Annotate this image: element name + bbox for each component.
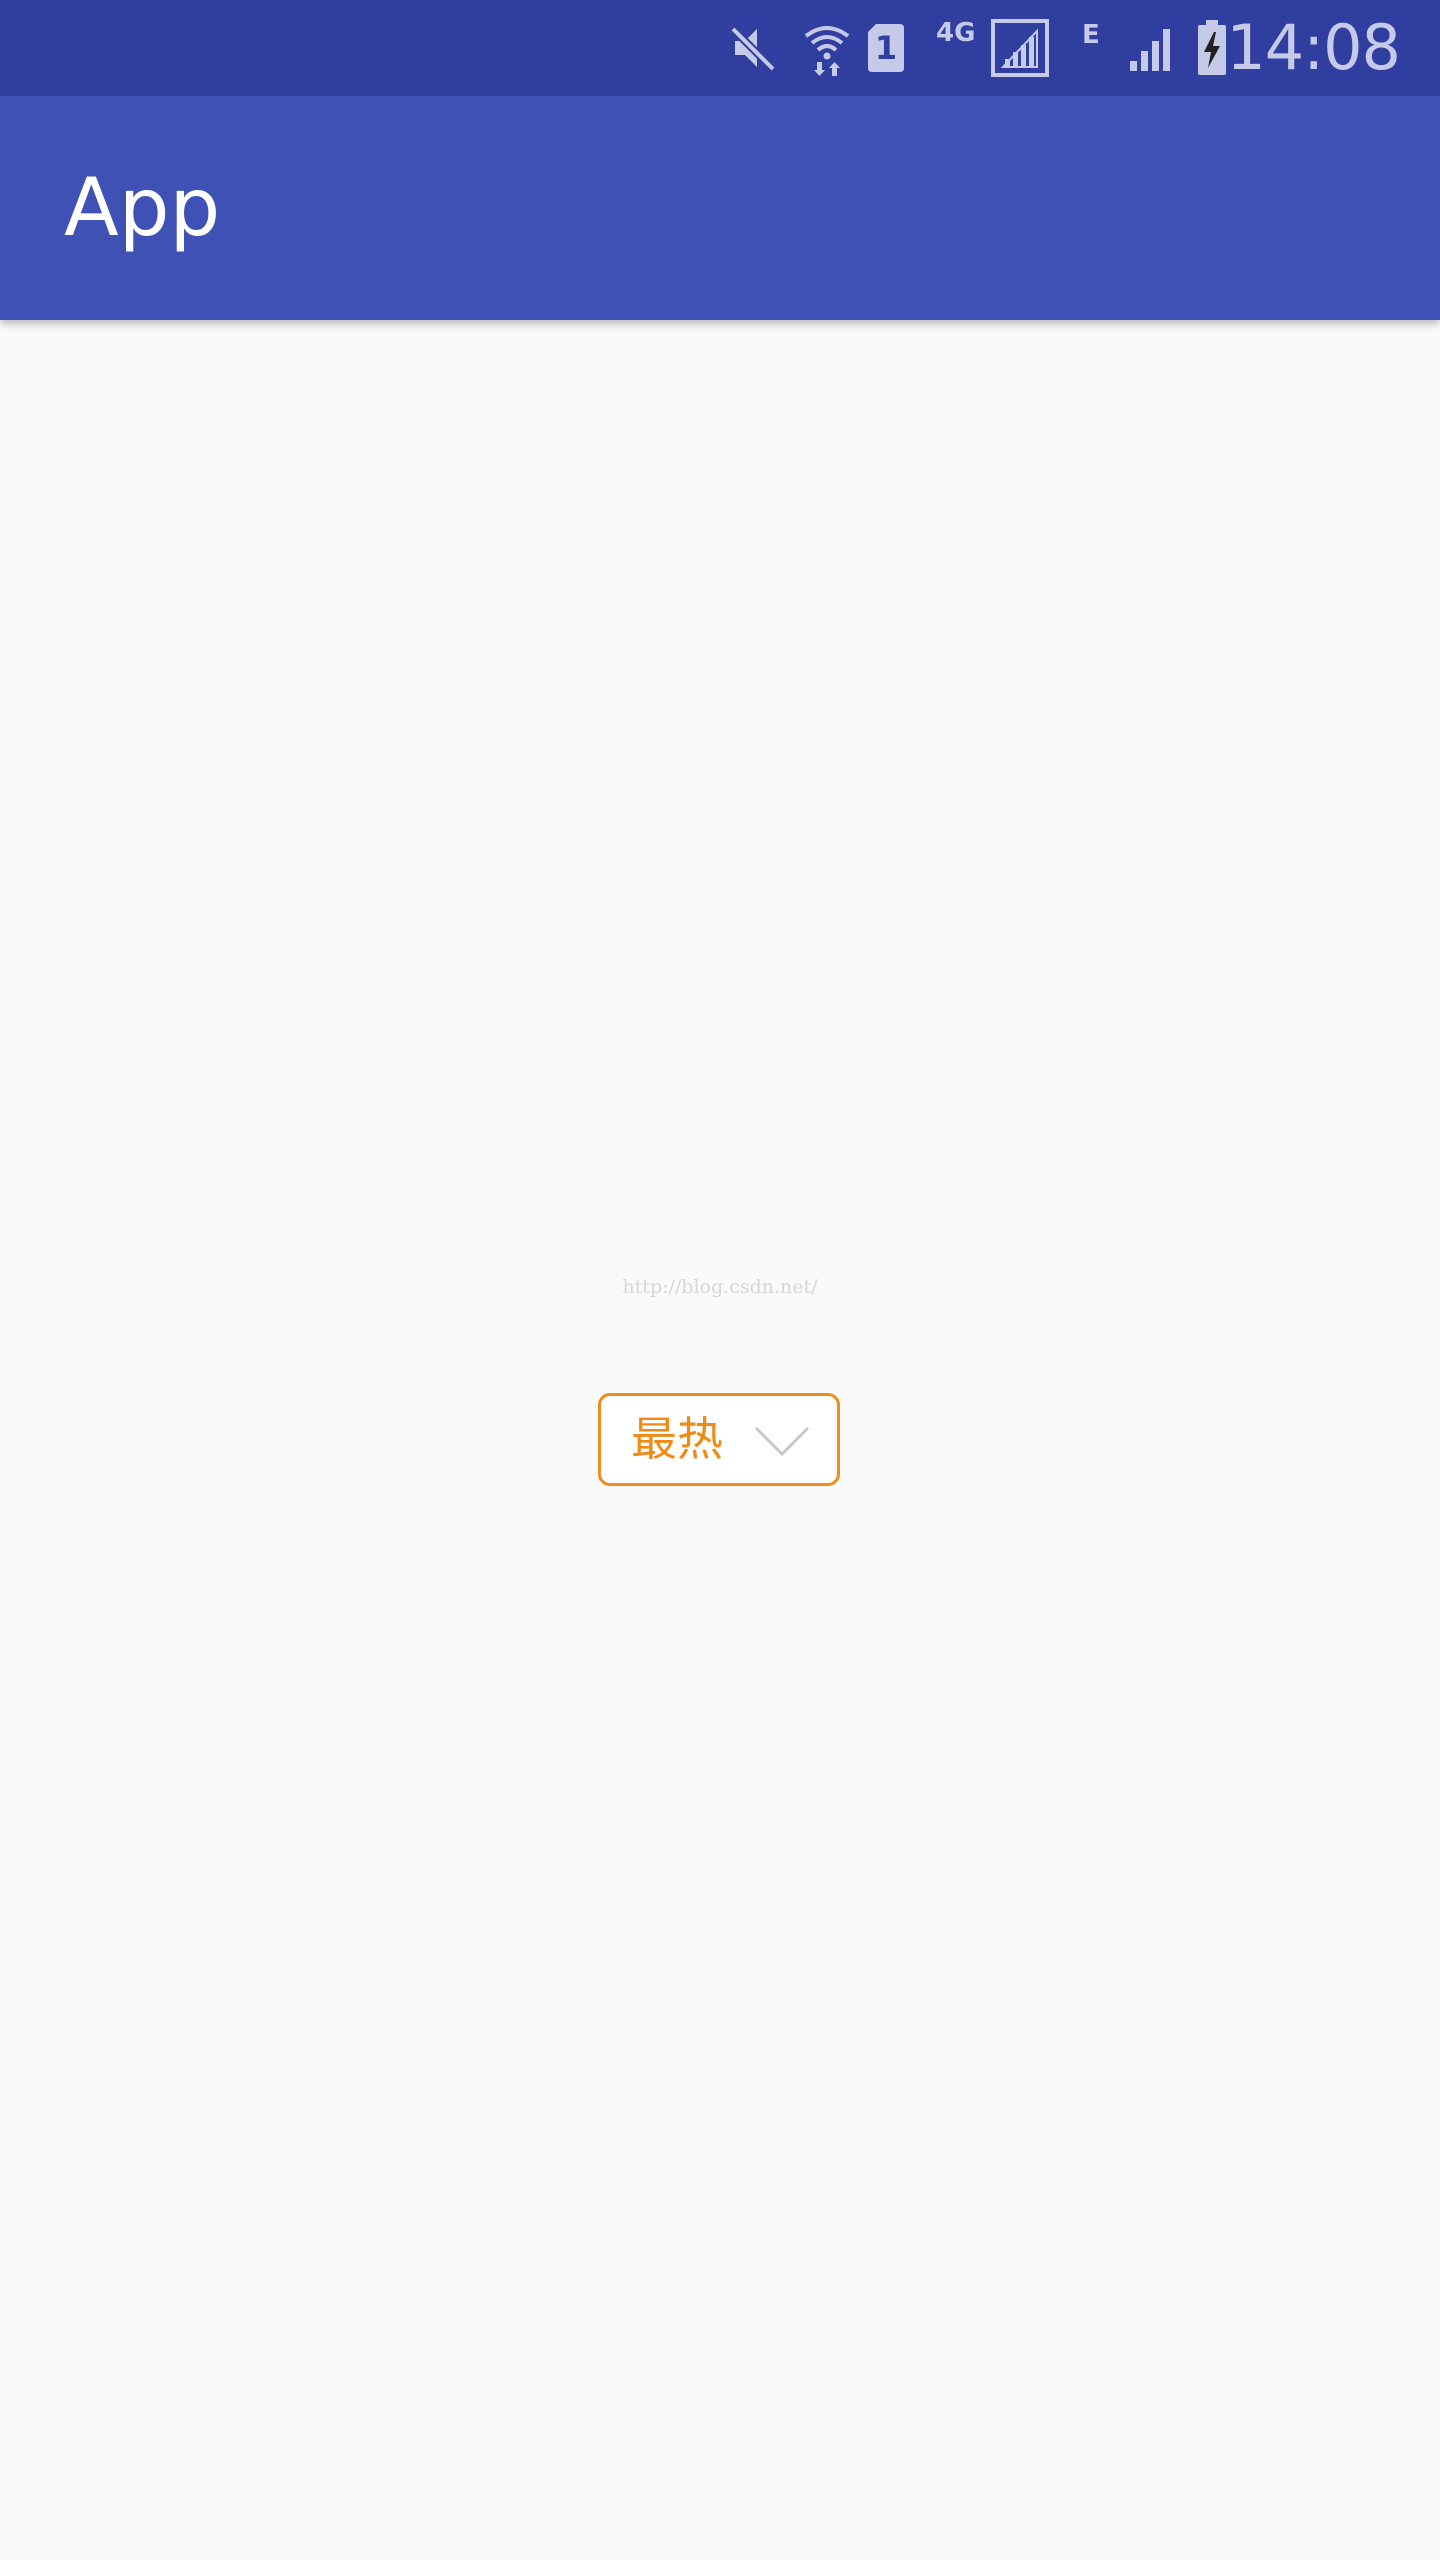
chevron-down-icon	[753, 1424, 811, 1462]
mute-icon	[728, 0, 780, 96]
edge-signal-icon	[1126, 0, 1180, 96]
edge-network-label: E	[1082, 20, 1100, 50]
app-title: App	[64, 161, 221, 254]
sort-dropdown[interactable]: 最热	[598, 1393, 840, 1486]
network-type-label: 4G	[936, 18, 976, 48]
signal-icon	[988, 0, 1052, 96]
app-bar: App	[0, 96, 1440, 320]
status-time: 14:08	[1226, 11, 1401, 84]
battery-charging-icon	[1194, 0, 1230, 96]
wifi-icon	[800, 0, 854, 96]
sim-slot-label: 1	[874, 29, 898, 67]
dropdown-selected-label: 最热	[631, 1412, 723, 1466]
status-bar: 1 4G E 14:08	[0, 0, 1440, 96]
watermark-text: http://blog.csdn.net/	[622, 1276, 818, 1298]
